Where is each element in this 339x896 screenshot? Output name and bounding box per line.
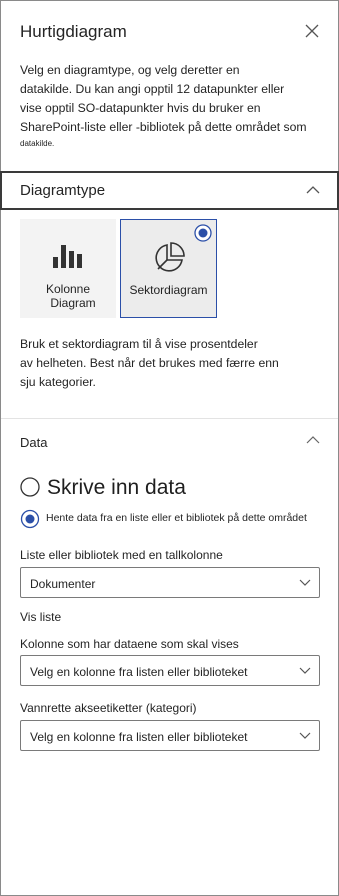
column-field-label: Kolonne som har dataene som skal vises [20,637,239,651]
intro-line-tiny: datakilde. [20,139,55,148]
chart-type-section-header[interactable]: Diagramtype [0,171,339,210]
radio-selected-icon [20,509,40,529]
close-icon[interactable] [304,23,320,39]
column-chart-label: Kolonne Diagram [20,282,116,310]
data-section-label[interactable]: Data [20,435,47,450]
chart-type-section-label: Diagramtype [20,182,106,199]
panel-title: Hurtigdiagram [20,22,127,41]
show-list-link[interactable]: Vis liste [20,610,61,624]
description-line: av helheten. Best når det brukes med fær… [20,356,279,370]
chart-description: Bruk et sektordiagram til å vise prosent… [20,335,282,392]
list-dropdown[interactable]: Dokumenter [20,567,320,598]
column-chart-icon [53,245,82,268]
intro-line: vise opptil SO-datapunkter hvis du bruke… [20,101,261,115]
list-data-radio[interactable]: Hente data fra en liste eller et bibliot… [20,509,307,534]
manual-data-radio[interactable]: Skrive inn data [20,476,186,502]
section-divider [1,418,338,419]
column-chart-label-line2: Diagram [50,296,96,310]
description-line: Bruk et sektordiagram til å vise prosent… [20,337,258,351]
chevron-down-icon [299,732,311,739]
intro-line: SharePoint-liste eller -bibliotek på det… [20,120,307,134]
quick-chart-panel: Hurtigdiagram Velg en diagramtype, og ve… [0,0,339,896]
axis-dropdown[interactable]: Velg en kolonne fra listen eller bibliot… [20,720,320,751]
list-data-label: Hente data fra en liste eller et bibliot… [46,512,307,524]
chevron-down-icon [299,579,311,586]
pie-chart-label: Sektordiagram [129,283,208,297]
list-dropdown-value: Dokumenter [30,577,96,591]
column-dropdown[interactable]: Velg en kolonne fra listen eller bibliot… [20,655,320,686]
intro-line: datakilde. Du kan angi opptil 12 datapun… [20,82,285,96]
chevron-up-icon [306,186,320,194]
chevron-up-icon[interactable] [306,436,320,444]
column-chart-label-line1: Kolonne [45,282,91,296]
pie-chart-icon [155,242,185,272]
column-chart-option[interactable]: Kolonne Diagram [20,219,116,318]
radio-unselected-icon [20,477,40,497]
list-field-label: Liste eller bibliotek med en tallkolonne [20,548,223,562]
intro-text: Velg en diagramtype, og velg deretter en… [20,61,316,151]
pie-chart-option[interactable]: Sektordiagram [120,219,217,318]
description-line: sju kategorier. [20,375,96,389]
manual-data-label: Skrive inn data [47,476,186,499]
panel-header: Hurtigdiagram [1,1,338,61]
intro-line: Velg en diagramtype, og velg deretter en [20,63,240,77]
selected-radio-icon [194,224,212,242]
axis-field-label: Vannrette akseetiketter (kategori) [20,701,197,715]
axis-dropdown-value: Velg en kolonne fra listen eller bibliot… [30,730,248,744]
chevron-down-icon [299,667,311,674]
column-dropdown-value: Velg en kolonne fra listen eller bibliot… [30,665,248,679]
